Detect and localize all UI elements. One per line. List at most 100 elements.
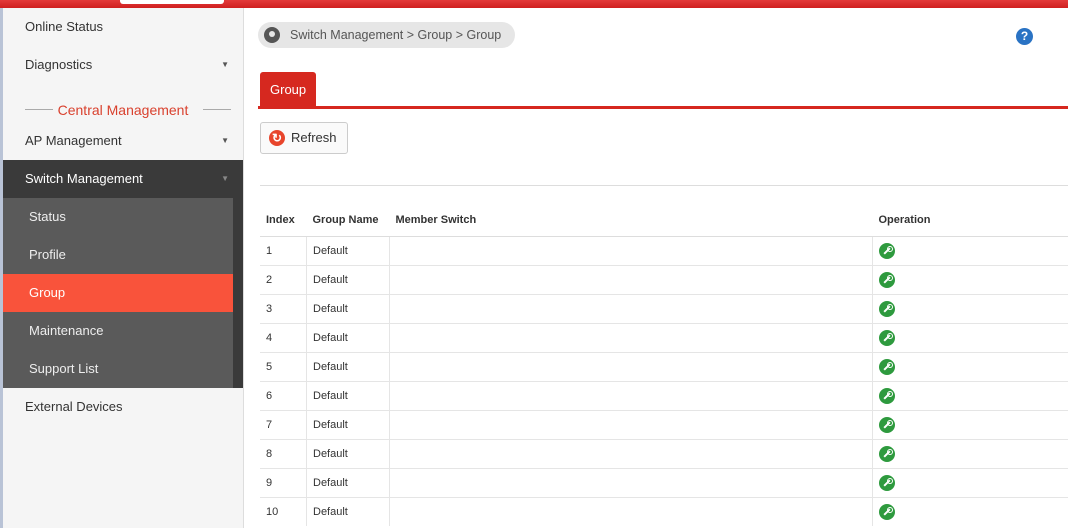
wrench-icon[interactable] <box>879 475 895 491</box>
cell-operation <box>872 439 1068 469</box>
cell-index: 9 <box>260 468 307 498</box>
cell-group-name: Default <box>306 439 390 469</box>
cell-member-switch <box>389 352 873 382</box>
cell-member-switch <box>389 439 873 469</box>
sidebar-item-label: Status <box>29 209 66 224</box>
table-row: 5 Default <box>260 352 1068 382</box>
cell-index: 1 <box>260 236 307 266</box>
sidebar-item-label: Maintenance <box>29 323 104 338</box>
sidebar-item-label: Online Status <box>25 19 104 34</box>
cell-group-name: Default <box>306 323 390 353</box>
cell-group-name: Default <box>306 236 390 266</box>
caret-down-icon: ▼ <box>221 174 229 183</box>
table-row: 2 Default <box>260 265 1068 295</box>
refresh-button[interactable]: ↻ Refresh <box>260 122 348 154</box>
cell-group-name: Default <box>306 381 390 411</box>
wrench-icon[interactable] <box>879 301 895 317</box>
table-row: 3 Default <box>260 294 1068 324</box>
divider <box>260 185 1068 186</box>
sidebar: Online Status Diagnostics ▼ Central Mana… <box>0 8 244 528</box>
cell-group-name: Default <box>306 294 390 324</box>
wrench-icon[interactable] <box>879 330 895 346</box>
cell-operation <box>872 410 1068 440</box>
sidebar-item-label: Profile <box>29 247 66 262</box>
cell-index: 3 <box>260 294 307 324</box>
sidebar-item-group[interactable]: Group <box>3 274 233 312</box>
cell-member-switch <box>389 410 873 440</box>
cell-group-name: Default <box>306 352 390 382</box>
sidebar-item-support-list[interactable]: Support List <box>3 350 233 388</box>
sidebar-item-diagnostics[interactable]: Diagnostics ▼ <box>3 46 243 84</box>
top-tab-stub <box>120 0 224 4</box>
caret-down-icon: ▼ <box>221 136 229 145</box>
sidebar-item-status[interactable]: Status <box>3 198 233 236</box>
switch-management-submenu: Status Profile Group Maintenance Support… <box>3 198 243 388</box>
group-table: Index Group Name Member Switch Operation… <box>260 204 1068 526</box>
cell-member-switch <box>389 294 873 324</box>
sidebar-item-label: Support List <box>29 361 99 376</box>
cell-operation <box>872 497 1068 526</box>
column-header-group-name: Group Name <box>306 204 390 237</box>
sidebar-item-profile[interactable]: Profile <box>3 236 233 274</box>
tab-bar: Group <box>258 72 1068 109</box>
sidebar-item-switch-management[interactable]: Switch Management ▼ <box>3 160 243 198</box>
sidebar-item-external-devices[interactable]: External Devices <box>3 388 243 426</box>
column-header-index: Index <box>260 204 307 237</box>
location-pin-icon <box>264 27 280 43</box>
sidebar-item-label: Switch Management <box>25 171 143 186</box>
table-header-row: Index Group Name Member Switch Operation <box>260 204 1068 237</box>
cell-group-name: Default <box>306 497 390 526</box>
cell-index: 7 <box>260 410 307 440</box>
wrench-icon[interactable] <box>879 417 895 433</box>
caret-down-icon: ▼ <box>221 60 229 69</box>
help-icon[interactable]: ? <box>1016 28 1033 45</box>
cell-index: 2 <box>260 265 307 295</box>
column-header-member-switch: Member Switch <box>389 204 873 237</box>
cell-member-switch <box>389 236 873 266</box>
cell-index: 4 <box>260 323 307 353</box>
cell-member-switch <box>389 323 873 353</box>
refresh-icon: ↻ <box>269 130 285 146</box>
table-row: 8 Default <box>260 439 1068 469</box>
table-row: 7 Default <box>260 410 1068 440</box>
top-bar <box>0 0 1068 8</box>
sidebar-item-label: Diagnostics <box>25 57 93 72</box>
cell-group-name: Default <box>306 265 390 295</box>
cell-operation <box>872 468 1068 498</box>
wrench-icon[interactable] <box>879 243 895 259</box>
table-row: 10 Default <box>260 497 1068 526</box>
main-content: Switch Management > Group > Group ? Grou… <box>244 8 1068 528</box>
wrench-icon[interactable] <box>879 504 895 520</box>
column-header-operation: Operation <box>872 204 1068 237</box>
cell-index: 8 <box>260 439 307 469</box>
table-row: 6 Default <box>260 381 1068 411</box>
cell-group-name: Default <box>306 468 390 498</box>
table-row: 9 Default <box>260 468 1068 498</box>
breadcrumb-text: Switch Management > Group > Group <box>290 28 502 42</box>
sidebar-item-label: Group <box>29 285 66 300</box>
sidebar-item-label: AP Management <box>25 133 122 148</box>
wrench-icon[interactable] <box>879 388 895 404</box>
tab-group[interactable]: Group <box>260 72 317 106</box>
cell-member-switch <box>389 497 873 526</box>
sidebar-item-maintenance[interactable]: Maintenance <box>3 312 233 350</box>
cell-member-switch <box>389 381 873 411</box>
cell-member-switch <box>389 265 873 295</box>
cell-operation <box>872 265 1068 295</box>
wrench-icon[interactable] <box>879 272 895 288</box>
wrench-icon[interactable] <box>879 359 895 375</box>
refresh-label: Refresh <box>291 130 337 145</box>
breadcrumb: Switch Management > Group > Group <box>258 22 516 48</box>
table-row: 1 Default <box>260 236 1068 266</box>
sidebar-item-online-status[interactable]: Online Status <box>3 8 243 46</box>
wrench-icon[interactable] <box>879 446 895 462</box>
cell-operation <box>872 381 1068 411</box>
sidebar-item-label: External Devices <box>25 399 123 414</box>
cell-operation <box>872 323 1068 353</box>
sidebar-item-ap-management[interactable]: AP Management ▼ <box>3 122 243 160</box>
table-row: 4 Default <box>260 323 1068 353</box>
cell-group-name: Default <box>306 410 390 440</box>
cell-operation <box>872 236 1068 266</box>
cell-index: 6 <box>260 381 307 411</box>
cell-operation <box>872 352 1068 382</box>
